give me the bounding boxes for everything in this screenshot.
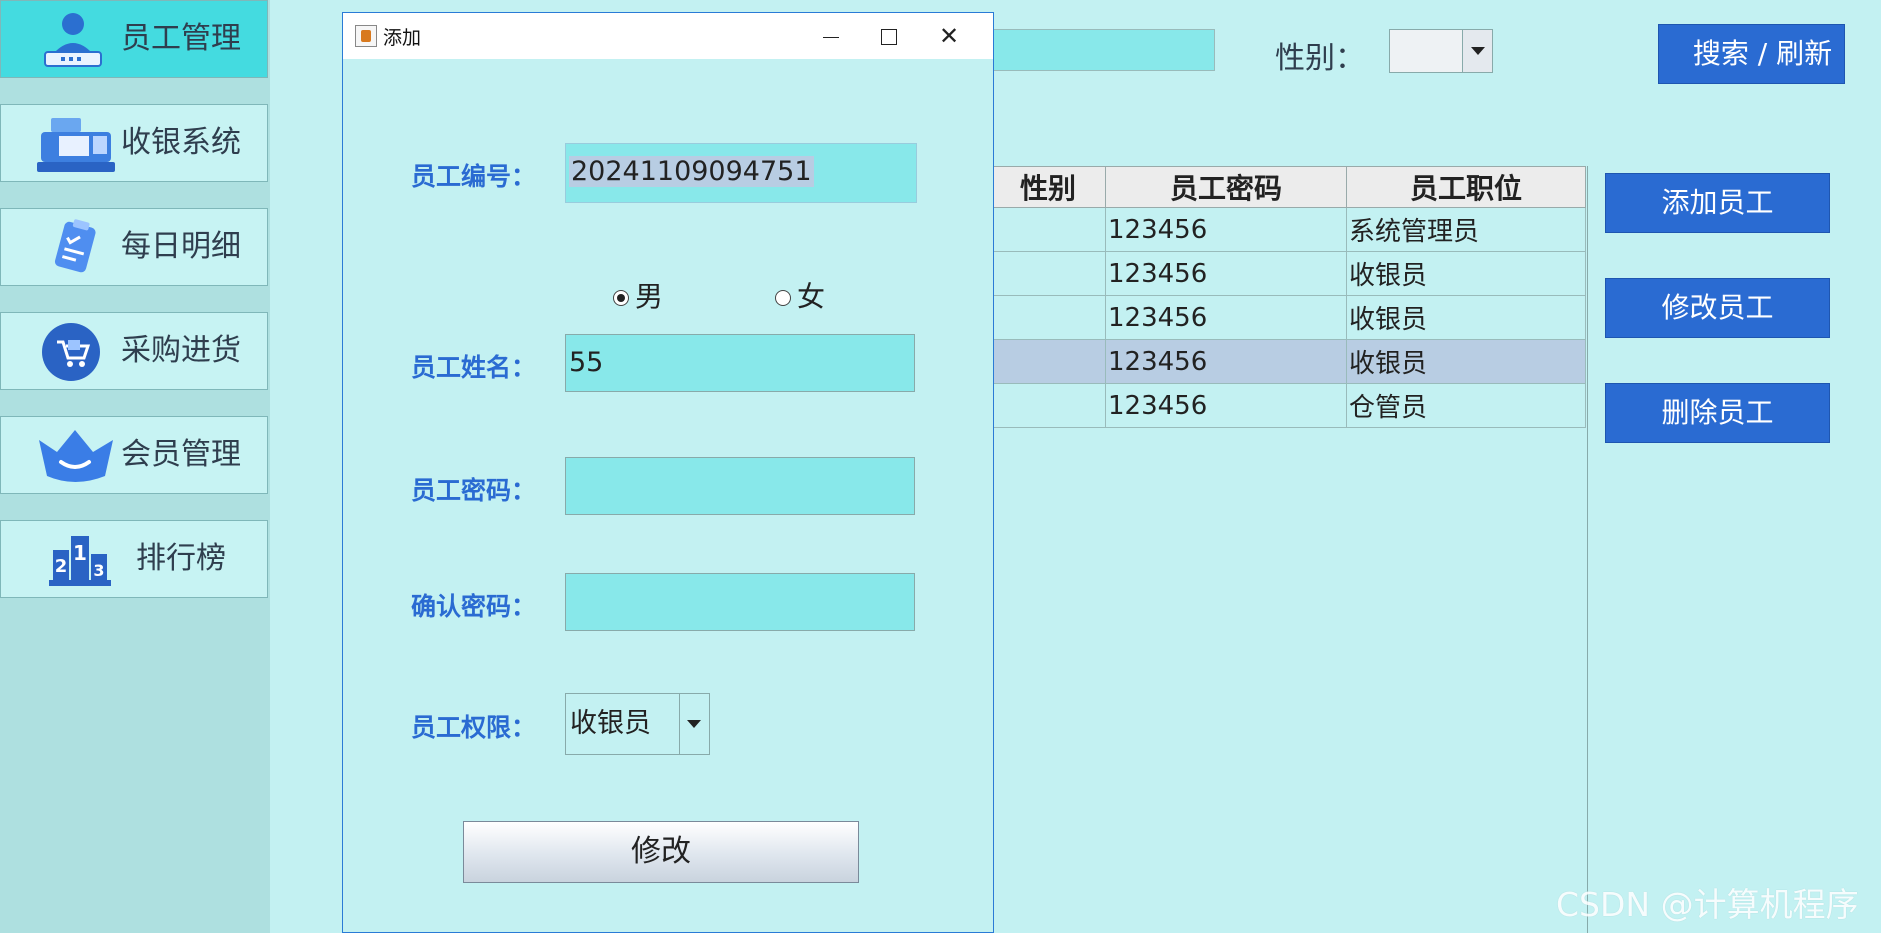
user-badge-icon <box>44 13 102 67</box>
sidebar-item-cashier[interactable]: 收银系统 <box>0 104 268 182</box>
gender-filter-label: 性别： <box>1275 41 1365 76</box>
dialog-titlebar[interactable]: 添加 ✕ <box>343 13 993 59</box>
employee-role-value: 收银员 <box>570 708 651 739</box>
employee-name-label: 员工姓名： <box>411 353 537 382</box>
table-row[interactable]: 123456 收银员 <box>990 251 1586 296</box>
cell-password: 123456 <box>1105 207 1347 252</box>
sidebar-item-label: 采购进货 <box>121 333 241 368</box>
radio-unselected-icon <box>775 290 791 306</box>
employee-id-label: 员工编号： <box>411 162 537 191</box>
add-employee-dialog: 添加 ✕ 员工编号： 20241109094751 男 女 员工姓名： 55 员… <box>342 12 994 933</box>
sidebar-item-employee-management[interactable]: 员工管理 <box>0 0 268 78</box>
sidebar-item-label: 收银系统 <box>121 125 241 160</box>
cart-icon <box>42 323 100 381</box>
employee-password-label: 员工密码： <box>411 476 537 505</box>
cell-gender <box>990 339 1106 384</box>
cell-password: 123456 <box>1105 295 1347 340</box>
add-employee-button[interactable]: 添加员工 <box>1605 173 1830 233</box>
podium-icon: 2 1 3 <box>49 536 111 586</box>
chevron-down-icon[interactable] <box>679 694 709 754</box>
cell-position: 收银员 <box>1346 339 1586 384</box>
employee-id-field[interactable]: 20241109094751 <box>565 143 917 203</box>
gender-filter-select[interactable] <box>1389 29 1493 73</box>
minimize-button[interactable] <box>801 13 861 59</box>
cell-password: 123456 <box>1105 383 1347 428</box>
table-row-selected[interactable]: 123456 收银员 <box>990 339 1586 384</box>
watermark: CSDN @计算机程序 <box>1556 885 1859 924</box>
cell-gender <box>990 207 1106 252</box>
search-input[interactable] <box>990 29 1215 71</box>
cell-position: 仓管员 <box>1346 383 1586 428</box>
table-row[interactable]: 123456 仓管员 <box>990 383 1586 428</box>
minimize-icon <box>823 36 839 38</box>
employee-role-select[interactable]: 收银员 <box>565 693 710 755</box>
java-app-icon <box>355 25 377 47</box>
search-refresh-button[interactable]: 搜索 / 刷新 <box>1658 24 1845 84</box>
confirm-password-label: 确认密码： <box>411 592 537 621</box>
close-icon: ✕ <box>938 22 960 50</box>
sidebar-item-label: 会员管理 <box>121 437 241 472</box>
gender-female-radio[interactable]: 女 <box>775 275 825 315</box>
close-button[interactable]: ✕ <box>919 13 979 59</box>
svg-text:2: 2 <box>55 556 68 577</box>
maximize-button[interactable] <box>859 13 919 59</box>
column-header-position[interactable]: 员工职位 <box>1346 166 1586 208</box>
edit-employee-button[interactable]: 修改员工 <box>1605 278 1830 338</box>
svg-text:1: 1 <box>73 541 87 565</box>
confirm-password-field[interactable] <box>565 573 915 631</box>
gender-male-label: 男 <box>635 280 664 313</box>
radio-selected-icon <box>613 290 629 306</box>
column-header-gender[interactable]: 性别 <box>990 166 1106 208</box>
chevron-down-icon[interactable] <box>1462 30 1492 72</box>
sidebar-item-daily-detail[interactable]: 每日明细 <box>0 208 268 286</box>
gender-male-radio[interactable]: 男 <box>613 275 663 315</box>
employee-name-field[interactable]: 55 <box>565 334 915 392</box>
sidebar-item-ranking[interactable]: 2 1 3 排行榜 <box>0 520 268 598</box>
employee-role-label: 员工权限： <box>411 713 537 742</box>
dialog-title: 添加 <box>383 27 422 49</box>
cell-position: 收银员 <box>1346 295 1586 340</box>
modify-button[interactable]: 修改 <box>463 821 859 883</box>
column-header-password[interactable]: 员工密码 <box>1105 166 1347 208</box>
delete-employee-button[interactable]: 删除员工 <box>1605 383 1830 443</box>
sidebar-item-label: 员工管理 <box>121 21 241 56</box>
cell-gender <box>990 295 1106 340</box>
clipboard-check-icon <box>54 219 96 273</box>
sidebar: 员工管理 收银系统 每日明细 采购进货 会员管理 2 1 3 排行榜 <box>0 0 270 933</box>
cell-gender <box>990 383 1106 428</box>
cell-password: 123456 <box>1105 251 1347 296</box>
employee-table: 性别 员工密码 员工职位 123456 系统管理员 123456 收银员 123… <box>990 166 1586 428</box>
cell-gender <box>990 251 1106 296</box>
table-row[interactable]: 123456 系统管理员 <box>990 207 1586 252</box>
maximize-icon <box>881 29 897 45</box>
cell-position: 系统管理员 <box>1346 207 1586 252</box>
gender-female-label: 女 <box>797 280 826 313</box>
employee-table-panel: 性别 员工密码 员工职位 123456 系统管理员 123456 收银员 123… <box>990 166 1588 933</box>
cell-position: 收银员 <box>1346 251 1586 296</box>
employee-id-value: 20241109094751 <box>569 156 814 187</box>
crown-icon <box>39 430 113 482</box>
sidebar-item-purchase[interactable]: 采购进货 <box>0 312 268 390</box>
svg-text:3: 3 <box>93 561 104 580</box>
sidebar-item-label: 每日明细 <box>121 229 241 264</box>
cash-register-icon <box>37 118 115 172</box>
sidebar-item-member[interactable]: 会员管理 <box>0 416 268 494</box>
table-row[interactable]: 123456 收银员 <box>990 295 1586 340</box>
sidebar-item-label: 排行榜 <box>136 541 226 576</box>
employee-password-field[interactable] <box>565 457 915 515</box>
cell-password: 123456 <box>1105 339 1347 384</box>
